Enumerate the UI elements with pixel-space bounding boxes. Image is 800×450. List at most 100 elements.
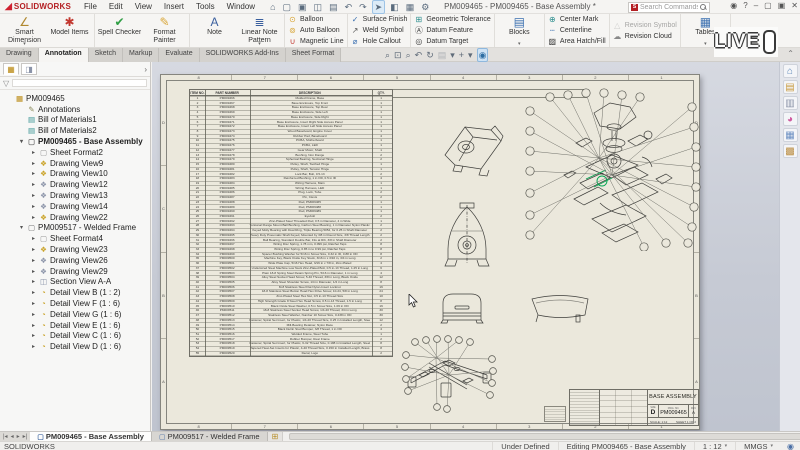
open-icon[interactable]: ▣: [296, 1, 309, 13]
smart-dimension-button[interactable]: ∠ Smart Dimension ▾: [2, 15, 47, 46]
menu-item[interactable]: Insert: [159, 1, 189, 12]
auto-balloon-button[interactable]: ⊚ Auto Balloon: [288, 26, 344, 36]
tree-expander-icon[interactable]: ▸: [30, 300, 37, 307]
drawing-view-housing-front[interactable]: [439, 289, 485, 324]
unit-system-selector[interactable]: MMGS▾: [735, 442, 781, 450]
sheet-properties-icon[interactable]: ▤: [438, 49, 447, 61]
area-hatch-fill-button[interactable]: ▨ Area Hatch/Fill: [548, 37, 606, 47]
feature-tree-item[interactable]: ▸ ❖ Drawing View22: [0, 212, 150, 223]
zoom-to-area-icon[interactable]: ⊡: [394, 49, 402, 61]
datum-target-button[interactable]: ◎ Datum Target: [414, 37, 490, 47]
balloon-button[interactable]: ⊙ Balloon: [288, 15, 344, 25]
surface-finish-button[interactable]: ✓ Surface Finish: [351, 15, 408, 25]
bill-of-materials-table[interactable]: ITEM NO. PART NUMBER DESCRIPTION QTY. 1P…: [189, 89, 393, 357]
horizontal-scrollbar[interactable]: [282, 432, 800, 441]
title-block[interactable]: BASE ASSEMBLY SIZE D DWG. NO. PM009465 R…: [569, 389, 699, 426]
hide-show-annotations-icon[interactable]: +: [459, 49, 464, 61]
feature-tree-item[interactable]: ▾ ▢ PM009465 - Base Assembly: [0, 136, 150, 147]
graphics-area[interactable]: 87654321 87654321 DCBA DCBA ITEM NO. PAR…: [152, 62, 800, 431]
bom-table-row[interactable]: 55PM009520Decal, Logo2: [190, 351, 392, 356]
centerline-button[interactable]: ┄ Centerline: [548, 26, 606, 36]
tree-expander-icon[interactable]: ▸: [30, 160, 37, 167]
drawing-view-exploded-assembly[interactable]: [516, 83, 706, 251]
redraw-icon[interactable]: ↻: [426, 49, 434, 61]
window-layout-icon[interactable]: ▣: [778, 1, 786, 10]
tab-evaluate[interactable]: Evaluate: [159, 48, 199, 62]
sheet-nav-arrow-icon[interactable]: ▸: [16, 433, 21, 440]
drawing-view-cover-side[interactable]: [528, 289, 592, 324]
tree-expander-icon[interactable]: ▸: [30, 246, 37, 253]
tree-expander-icon[interactable]: ▸: [30, 343, 37, 350]
sheet-scale-selector[interactable]: 1 : 12▾: [694, 442, 735, 450]
user-account-icon[interactable]: ◉: [730, 1, 737, 10]
ribbon-collapse-icon[interactable]: ⌃: [787, 49, 794, 58]
note-button[interactable]: A Note ▾: [192, 15, 237, 46]
feature-tree-item[interactable]: ▸ ❖ Drawing View12: [0, 179, 150, 190]
feature-tree-item[interactable]: ▸ ❖ Drawing View9: [0, 158, 150, 169]
center-mark-button[interactable]: ⊕ Center Mark: [548, 15, 606, 25]
sheet-nav-arrow-icon[interactable]: ◂: [10, 433, 15, 440]
view-settings-dropdown-icon[interactable]: ▾: [468, 49, 473, 61]
feature-tree-item[interactable]: ▸ ◔ Detail View D (1 : 6): [0, 341, 150, 352]
feature-tree-item[interactable]: ▸ ❖ Drawing View23: [0, 244, 150, 255]
undo-icon[interactable]: ↶: [343, 1, 355, 13]
model-items-button[interactable]: ✱ Model Items ▾: [47, 15, 92, 46]
zoom-previous-icon[interactable]: ⌕: [406, 49, 411, 61]
revision-cloud-button[interactable]: ☁ Revision Cloud: [613, 31, 677, 41]
drawing-view-welded-frame[interactable]: [399, 333, 499, 413]
feature-tree-item[interactable]: ▸ ▢ Sheet Format4: [0, 233, 150, 244]
feature-tree-item[interactable]: ▸ ◔ Detail View E (1 : 6): [0, 320, 150, 331]
feature-tree-item[interactable]: ▸ ❖ Drawing View10: [0, 169, 150, 180]
dropdown-arrow-icon[interactable]: ▾: [23, 42, 26, 46]
zoom-to-fit-icon[interactable]: ⌕: [385, 49, 390, 61]
feature-tree-item[interactable]: ▸ ◔ Detail View G (1 : 6): [0, 309, 150, 320]
sheet-tab-welded-frame[interactable]: ▢ PM009517 - Welded Frame: [152, 432, 268, 441]
tree-expander-icon[interactable]: ▸: [30, 257, 37, 264]
tree-expander-icon[interactable]: ▸: [30, 235, 37, 242]
tab-sketch[interactable]: Sketch: [89, 48, 123, 62]
sheet-tab-base-assembly[interactable]: ▢ PM009465 - Base Assembly: [30, 432, 152, 441]
restore-icon[interactable]: ▢: [764, 1, 772, 10]
feature-tree-item[interactable]: ▤ Bill of Materials2: [0, 125, 150, 136]
tags-globe-icon[interactable]: ◉: [781, 442, 800, 450]
dropdown-arrow-icon[interactable]: ▾: [704, 42, 707, 46]
format-painter-button[interactable]: ✎ Format Painter ▾: [142, 15, 187, 46]
view-settings-globe-icon[interactable]: ◉: [477, 48, 489, 62]
magnetic-line-button[interactable]: ∪ Magnetic Line: [288, 37, 344, 47]
erase-icon[interactable]: ◧: [388, 1, 401, 13]
feature-tree-item[interactable]: ▸ ❖ Drawing View14: [0, 201, 150, 212]
tree-expander-icon[interactable]: ▸: [30, 322, 37, 329]
feature-tree-item[interactable]: ▸ ❖ Drawing View26: [0, 255, 150, 266]
feature-tree-item[interactable]: ▸ ◔ Detail View C (1 : 6): [0, 331, 150, 342]
feature-tree-tab-icon[interactable]: ▦: [3, 63, 19, 75]
drawing-view-iso-housing[interactable]: [439, 115, 509, 177]
feature-tree-item[interactable]: ▸ ◔ Detail View F (1 : 6): [0, 298, 150, 309]
components-icon[interactable]: ▦: [404, 1, 417, 13]
filter-funnel-icon[interactable]: ▽: [3, 79, 9, 88]
tab-markup[interactable]: Markup: [123, 48, 159, 62]
property-manager-tab-icon[interactable]: ◨: [21, 63, 37, 75]
add-sheet-icon[interactable]: ⊞: [268, 432, 283, 441]
dropdown-arrow-icon[interactable]: ▾: [258, 42, 261, 46]
tree-root-pm009465[interactable]: ▦ PM009465: [0, 93, 150, 104]
tree-expander-icon[interactable]: ▸: [30, 214, 37, 221]
sheet-nav-arrow-icon[interactable]: ▸|: [22, 433, 29, 440]
panel-collapse-icon[interactable]: ›: [144, 65, 147, 74]
design-library-icon[interactable]: ▤: [783, 80, 798, 94]
feature-tree-item[interactable]: ▸ ◫ Section View A-A: [0, 277, 150, 288]
tree-filter-input[interactable]: [12, 79, 147, 87]
spell-checker-button[interactable]: ✔ Spell Checker ▾: [97, 15, 142, 46]
tree-expander-icon[interactable]: ▾: [18, 224, 25, 231]
feature-tree-item[interactable]: ✎ Annotations: [0, 104, 150, 115]
file-explorer-icon[interactable]: ▥: [783, 96, 798, 110]
geometric-tolerance-button[interactable]: ⊞ Geometric Tolerance: [414, 15, 490, 25]
feature-tree-item[interactable]: ▸ ❖ Drawing View13: [0, 190, 150, 201]
tree-expander-icon[interactable]: ▸: [30, 278, 37, 285]
datum-feature-button[interactable]: Ⓐ Datum Feature: [414, 26, 490, 36]
previous-view-icon[interactable]: ↶: [415, 49, 423, 61]
tree-expander-icon[interactable]: ▸: [30, 311, 37, 318]
linear-note-pattern-button[interactable]: ≣ Linear Note Pattern ▾: [237, 15, 282, 46]
tree-expander-icon[interactable]: ▸: [30, 192, 37, 199]
feature-tree-item[interactable]: ▸ ❖ Drawing View29: [0, 266, 150, 277]
feature-tree-item[interactable]: ▾ ▢ PM009517 - Welded Frame: [0, 223, 150, 234]
